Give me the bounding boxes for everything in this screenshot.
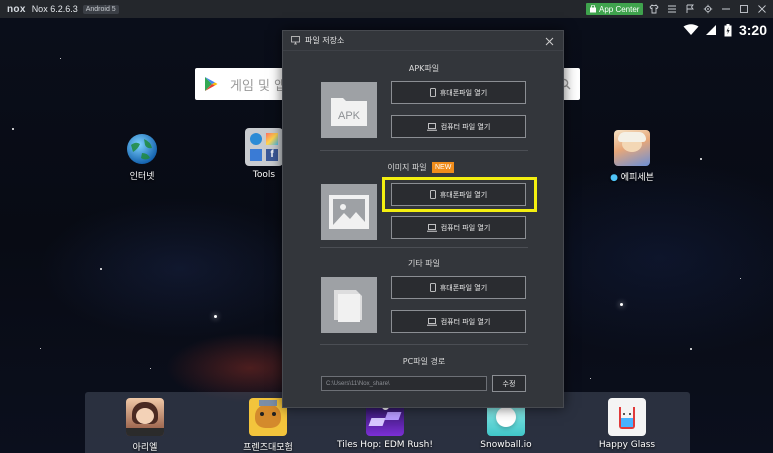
monitor-icon (291, 36, 300, 45)
close-window-icon[interactable] (756, 3, 768, 15)
desktop-icon-label: Tools (252, 170, 276, 180)
bag-icon (590, 5, 596, 13)
lines-icon[interactable] (666, 3, 678, 15)
button-label: 휴대폰파일 열기 (439, 283, 488, 292)
files-icon (334, 290, 362, 322)
section-divider (320, 344, 528, 345)
desktop-icon-label: ● 에피세븐 (610, 173, 654, 183)
version-label: Nox 6.2.6.3 (31, 4, 78, 14)
desktop-icon-label: 인터넷 (129, 172, 155, 182)
ariel-app-icon (126, 398, 164, 436)
gear-icon[interactable] (702, 3, 714, 15)
flag-icon[interactable] (684, 3, 696, 15)
dock-app-happy-glass[interactable]: Happy Glass (596, 398, 658, 450)
section-divider (320, 150, 528, 151)
dialog-header: 파일 저장소 (283, 31, 563, 51)
button-label: 컴퓨터 파일 열기 (440, 317, 491, 326)
other-open-phone-button[interactable]: 휴대폰파일 열기 (391, 276, 526, 299)
highlight-frame (382, 177, 537, 212)
battery-charging-icon (724, 23, 732, 36)
happy-glass-icon (608, 398, 646, 436)
phone-icon (429, 283, 436, 292)
button-label: 휴대폰파일 열기 (439, 88, 488, 97)
desktop-icon-epic-seven[interactable]: ● 에피세븐 (604, 130, 660, 183)
laptop-icon (426, 317, 437, 326)
search-placeholder: 게임 및 앱 (230, 78, 287, 94)
maximize-icon[interactable] (738, 3, 750, 15)
desktop-icon-internet[interactable]: 인터넷 (120, 133, 164, 182)
apk-open-phone-button[interactable]: 휴대폰파일 열기 (391, 81, 526, 104)
pc-path-field[interactable]: C:\Users\11\Nox_share\ (321, 376, 487, 391)
android-version-badge: Android 5 (82, 4, 119, 14)
dock-app-label: 프렌즈대모험 (243, 443, 293, 453)
play-store-icon (205, 77, 218, 91)
dock-app-ariel[interactable]: 아리엘 (118, 398, 172, 453)
section-title-image: 이미지 파일 (387, 163, 427, 172)
image-icon (329, 195, 369, 229)
apk-open-pc-button[interactable]: 컴퓨터 파일 열기 (391, 115, 526, 138)
epic-seven-icon (614, 130, 650, 166)
edit-path-button[interactable]: 수정 (492, 375, 526, 392)
tools-folder-icon: f (245, 128, 283, 166)
nox-logo: nox (7, 3, 26, 15)
close-icon (545, 37, 553, 45)
clock: 3:20 (738, 22, 767, 38)
dialog-close-button[interactable] (543, 35, 555, 47)
new-badge: NEW (432, 162, 455, 173)
app-center-button[interactable]: App Center (586, 3, 643, 15)
wifi-icon (683, 24, 699, 35)
apk-thumb-text: APK (338, 110, 361, 122)
dock-app-label: Snowball.io (480, 440, 532, 450)
minimize-icon[interactable] (720, 3, 732, 15)
laptop-icon (426, 223, 437, 232)
dialog-title: 파일 저장소 (305, 36, 345, 45)
image-open-pc-button[interactable]: 컴퓨터 파일 열기 (391, 216, 526, 239)
phone-icon (429, 88, 436, 97)
apk-thumbnail: APK (321, 82, 377, 138)
section-divider (320, 247, 528, 248)
file-storage-dialog: 파일 저장소 APK파일 APK 휴대폰파일 열기 컴퓨터 파일 열기 이미지 … (282, 30, 564, 408)
pc-path-title: PC파일 경로 (402, 357, 446, 366)
status-bar: 3:20 (683, 22, 767, 38)
emulator-titlebar: nox Nox 6.2.6.3 Android 5 App Center (0, 0, 773, 18)
other-open-pc-button[interactable]: 컴퓨터 파일 열기 (391, 310, 526, 333)
dock-app-label: 아리엘 (132, 443, 158, 453)
globe-icon (127, 134, 157, 164)
apk-folder-icon: APK (331, 98, 367, 126)
button-label: 컴퓨터 파일 열기 (440, 122, 491, 131)
image-thumbnail (321, 184, 377, 240)
section-title-apk: APK파일 (408, 64, 440, 73)
dock-app-label: Happy Glass (598, 440, 656, 450)
shirt-icon[interactable] (648, 3, 660, 15)
section-title-other: 기타 파일 (408, 259, 440, 268)
dock-app-label: Tiles Hop: EDM Rush! (337, 440, 433, 450)
desktop-icon-tools[interactable]: f Tools (242, 128, 286, 180)
signal-icon (705, 25, 716, 35)
laptop-icon (426, 122, 437, 131)
button-label: 컴퓨터 파일 열기 (440, 223, 491, 232)
app-center-label: App Center (599, 4, 640, 14)
other-thumbnail (321, 277, 377, 333)
